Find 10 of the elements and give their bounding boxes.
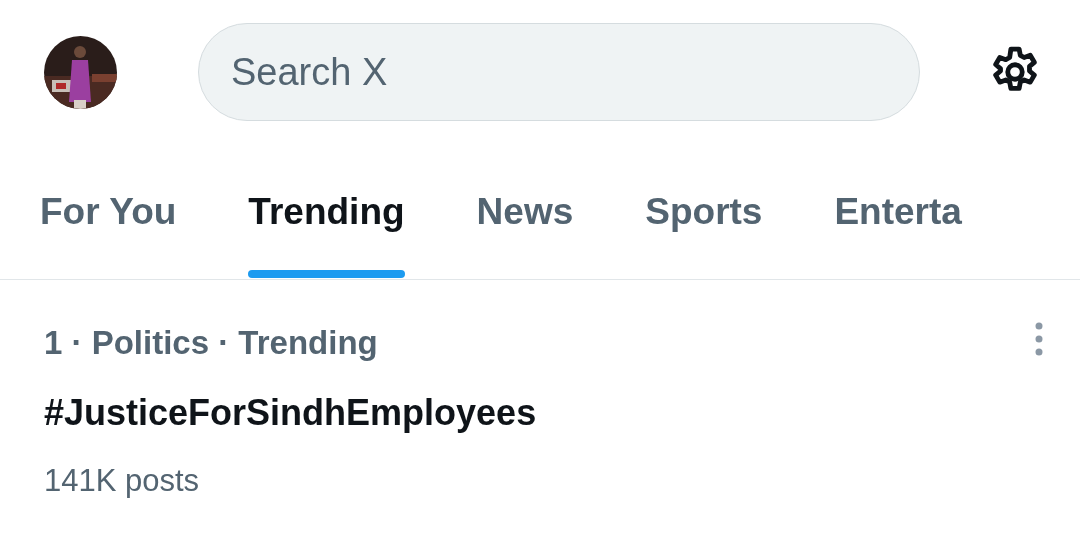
tab[interactable]: Enterta <box>834 144 962 279</box>
post-count: 141K posts <box>44 461 201 500</box>
more-icon[interactable] <box>1034 322 1044 356</box>
tab[interactable]: Trending <box>248 144 405 279</box>
trend-context: 1 · Politics · Trending <box>44 323 379 363</box>
tab[interactable]: Sports <box>645 144 763 279</box>
trend-title: #JusticeForSindhEmployees <box>44 390 538 435</box>
tab[interactable]: News <box>476 144 574 279</box>
tab[interactable]: For You <box>40 144 177 279</box>
search-field[interactable]: Search X <box>198 23 920 121</box>
